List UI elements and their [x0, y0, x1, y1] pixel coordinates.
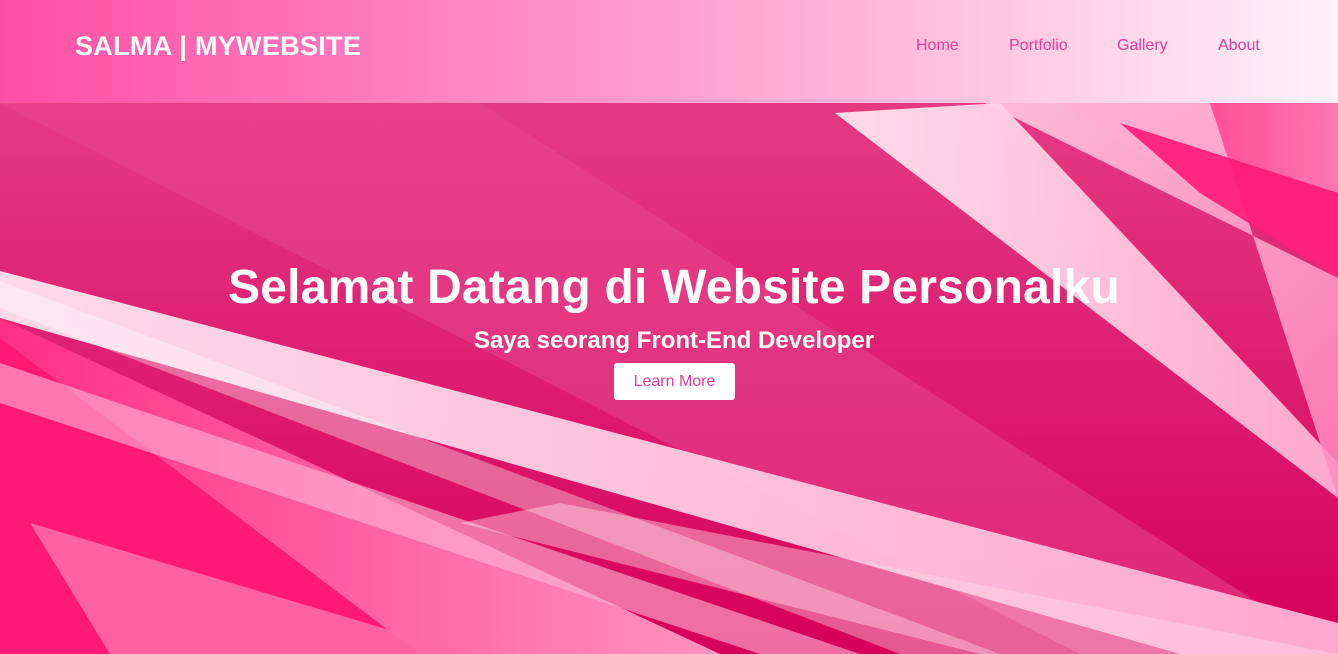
navbar: SALMA | MYWEBSITE Home Portfolio Gallery… — [0, 0, 1338, 103]
learn-more-button[interactable]: Learn More — [614, 363, 735, 400]
nav-link-about[interactable]: About — [1218, 37, 1260, 55]
nav-link-gallery[interactable]: Gallery — [1117, 37, 1168, 55]
hero-title: Selamat Datang di Website Personalku — [228, 261, 1120, 314]
hero-section: Selamat Datang di Website Personalku Say… — [0, 103, 1338, 654]
hero-content: Selamat Datang di Website Personalku Say… — [0, 103, 1338, 654]
hero-subtitle: Saya seorang Front-End Developer — [473, 327, 875, 354]
nav-link-home[interactable]: Home — [916, 37, 959, 55]
nav-link-portfolio[interactable]: Portfolio — [1009, 37, 1068, 55]
nav-menu: Home Portfolio Gallery About — [0, 37, 1338, 57]
